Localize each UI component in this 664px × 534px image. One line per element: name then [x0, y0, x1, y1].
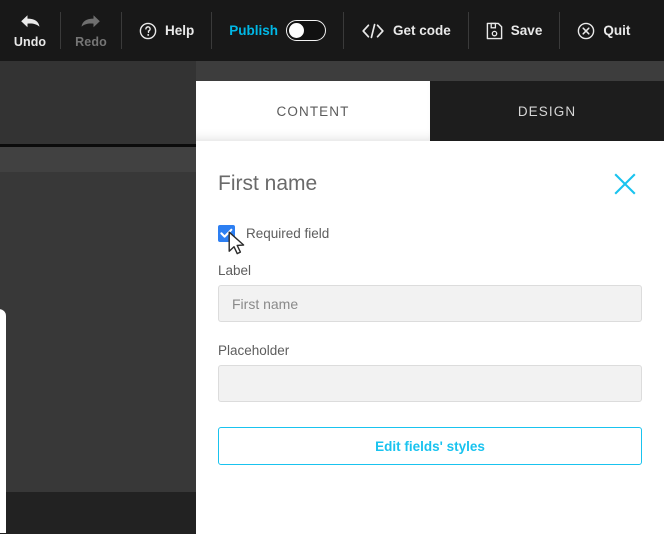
- save-label: Save: [511, 23, 543, 38]
- save-button[interactable]: Save: [469, 0, 560, 61]
- label-field-caption: Label: [218, 263, 642, 278]
- publish-toggle[interactable]: [286, 20, 326, 41]
- placeholder-field-caption: Placeholder: [218, 343, 642, 358]
- get-code-button[interactable]: Get code: [344, 0, 468, 61]
- help-label: Help: [165, 23, 194, 38]
- code-brackets-icon: [361, 23, 385, 39]
- publish-toggle-knob: [289, 23, 304, 38]
- panel-tabs: CONTENT DESIGN: [196, 81, 664, 141]
- required-field-label: Required field: [246, 226, 329, 241]
- publish-label: Publish: [229, 23, 278, 38]
- quit-button[interactable]: Quit: [560, 0, 647, 61]
- canvas-section-header: [0, 61, 196, 144]
- canvas-left-widget[interactable]: [0, 309, 6, 533]
- required-field-row[interactable]: Required field: [218, 225, 642, 242]
- canvas-section-body: [0, 172, 196, 492]
- page-title: First name: [218, 172, 317, 196]
- panel-body: First name Requ: [196, 141, 664, 465]
- close-panel-button[interactable]: [608, 167, 642, 201]
- quit-label: Quit: [603, 23, 630, 38]
- tab-design[interactable]: DESIGN: [430, 81, 664, 141]
- close-x-icon: [612, 184, 638, 201]
- top-toolbar: Undo Redo Help: [0, 0, 664, 61]
- canvas-section-footer: [0, 492, 196, 534]
- redo-arrow-icon: [79, 13, 103, 30]
- publish-control[interactable]: Publish: [212, 0, 343, 61]
- history-group: Undo Redo: [0, 0, 121, 61]
- placeholder-input[interactable]: [218, 365, 642, 402]
- redo-button[interactable]: Redo: [61, 0, 121, 61]
- help-button[interactable]: Help: [122, 0, 211, 61]
- question-circle-icon: [139, 22, 157, 40]
- undo-arrow-icon: [18, 13, 42, 30]
- floppy-disk-icon: [486, 22, 503, 40]
- redo-label: Redo: [75, 35, 107, 49]
- panel-header: First name: [218, 141, 642, 201]
- label-input[interactable]: [218, 285, 642, 322]
- canvas-section-upper: [0, 147, 196, 172]
- get-code-label: Get code: [393, 23, 451, 38]
- edit-fields-styles-button[interactable]: Edit fields' styles: [218, 427, 642, 465]
- tab-content[interactable]: CONTENT: [196, 81, 430, 141]
- x-circle-icon: [577, 22, 595, 40]
- undo-label: Undo: [14, 35, 46, 49]
- settings-panel: CONTENT DESIGN First name: [196, 81, 664, 534]
- required-field-checkbox[interactable]: [218, 225, 235, 242]
- undo-button[interactable]: Undo: [0, 0, 60, 61]
- editor-screen: Undo Redo Help: [0, 0, 664, 534]
